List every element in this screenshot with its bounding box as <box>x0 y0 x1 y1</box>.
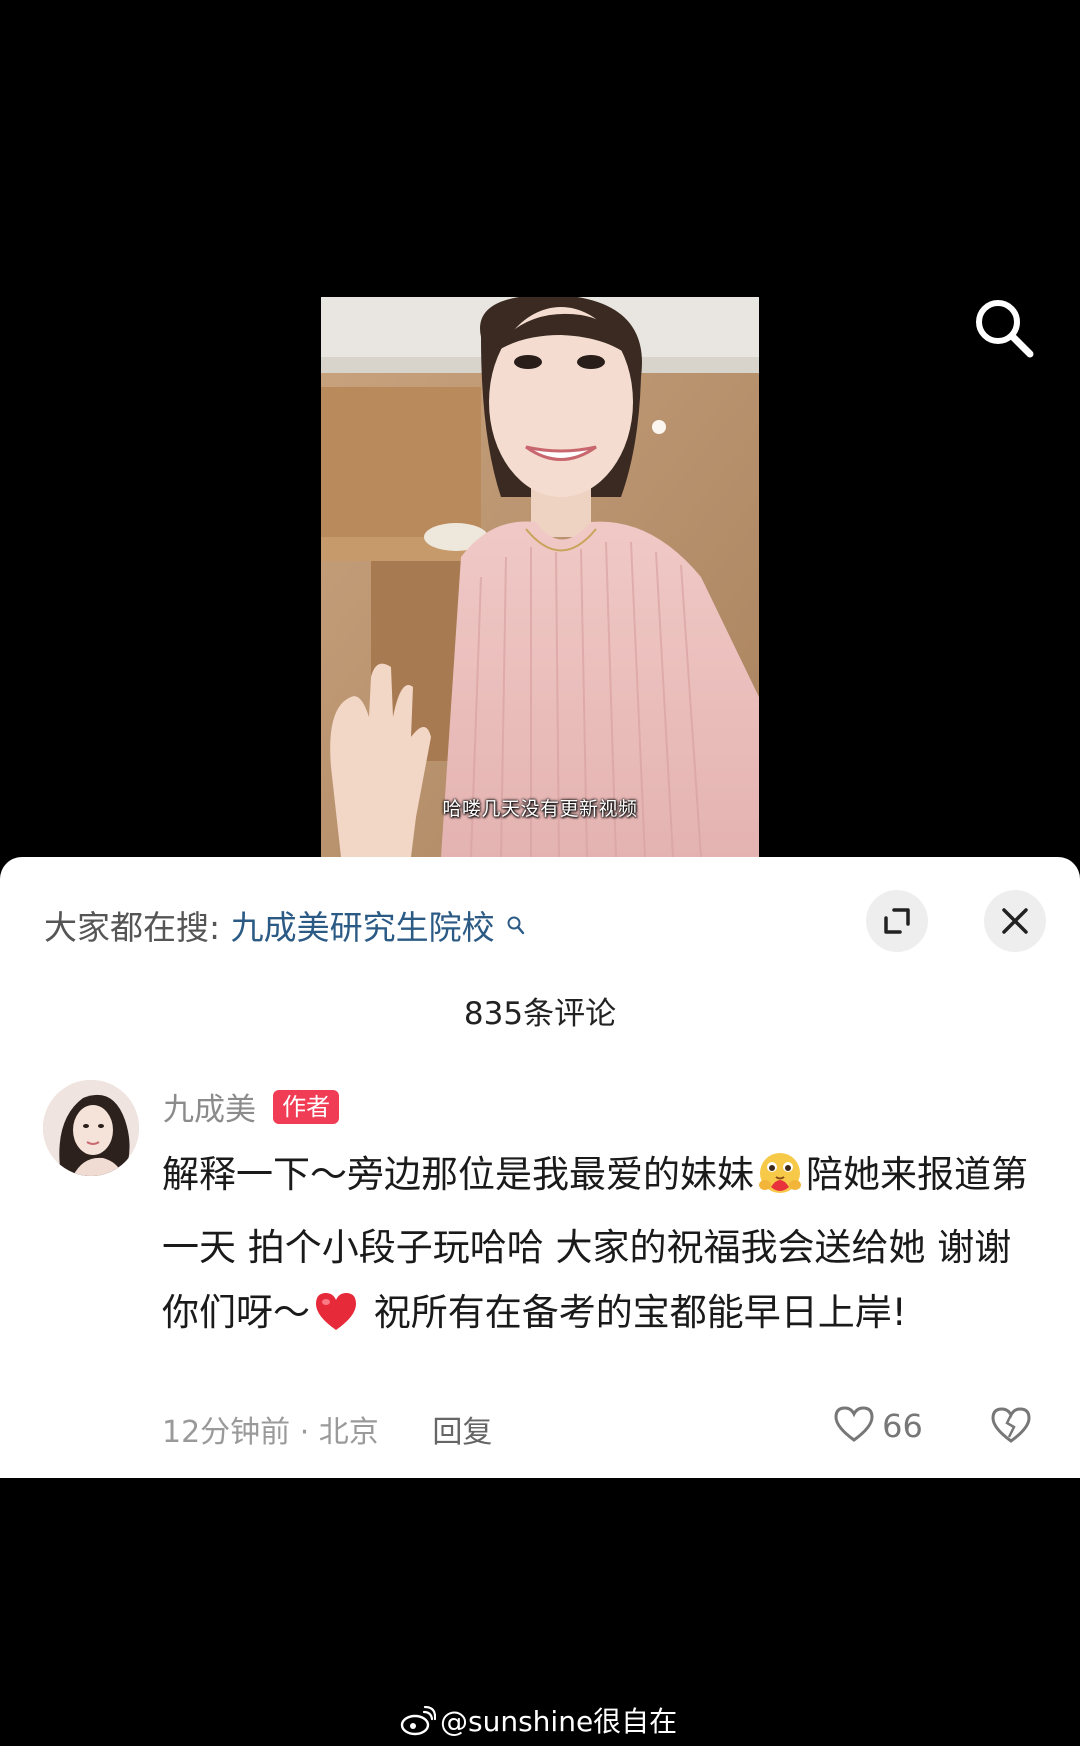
small-search-icon <box>507 905 525 944</box>
like-count: 66 <box>882 1407 923 1445</box>
comment-sheet: 大家都在搜: 九成美研究生院校 835条评论 九成美 作者 解释一下～旁边那位是… <box>0 857 1080 1478</box>
red-heart-emoji <box>312 1288 360 1353</box>
comment-author-name[interactable]: 九成美 <box>163 1092 256 1128</box>
hot-search-bar: 大家都在搜: 九成美研究生院校 <box>44 901 525 949</box>
like-button[interactable]: 66 <box>833 1405 923 1445</box>
comment-count-title: 835条评论 <box>463 996 617 1032</box>
comment-time-location: 12分钟前 · 北京 <box>162 1415 379 1450</box>
comment-text-part-1: 解释一下～旁边那位是我最爱的妹妹 <box>162 1153 754 1196</box>
hot-search-term-link[interactable]: 九成美研究生院校 <box>231 908 495 947</box>
expand-icon <box>884 908 910 934</box>
broken-heart-outline-icon <box>991 1407 1031 1443</box>
hugging-face-emoji <box>756 1150 804 1215</box>
close-button[interactable] <box>984 890 1046 952</box>
heart-outline-icon <box>834 1406 874 1442</box>
video-frame-image <box>321 297 759 857</box>
reply-button[interactable]: 回复 <box>432 1415 492 1450</box>
close-icon <box>1002 908 1028 934</box>
weibo-watermark: @sunshine很自在 <box>400 1700 677 1743</box>
dislike-button[interactable] <box>990 1405 1032 1449</box>
watermark-text: @sunshine很自在 <box>440 1705 678 1738</box>
comment-author-row: 九成美 作者 <box>163 1084 340 1128</box>
expand-button[interactable] <box>866 890 928 952</box>
video-thumbnail[interactable]: 哈喽几天没有更新视频 <box>321 297 759 857</box>
weibo-logo-icon <box>400 1705 437 1743</box>
search-icon <box>976 300 1034 358</box>
comment-text: 解释一下～旁边那位是我最爱的妹妹 陪她来报道第一天 拍个小段子玩哈哈 大家的祝福… <box>162 1142 1042 1353</box>
comment-text-part-3: 祝所有在备考的宝都能早日上岸! <box>362 1291 907 1334</box>
author-avatar[interactable] <box>43 1080 139 1176</box>
author-badge: 作者 <box>273 1089 340 1124</box>
hot-search-label: 大家都在搜: <box>44 908 221 947</box>
video-subtitle: 哈喽几天没有更新视频 <box>442 798 638 820</box>
search-button[interactable] <box>972 296 1036 360</box>
comment-meta: 12分钟前 · 北京 回复 <box>162 1407 492 1451</box>
